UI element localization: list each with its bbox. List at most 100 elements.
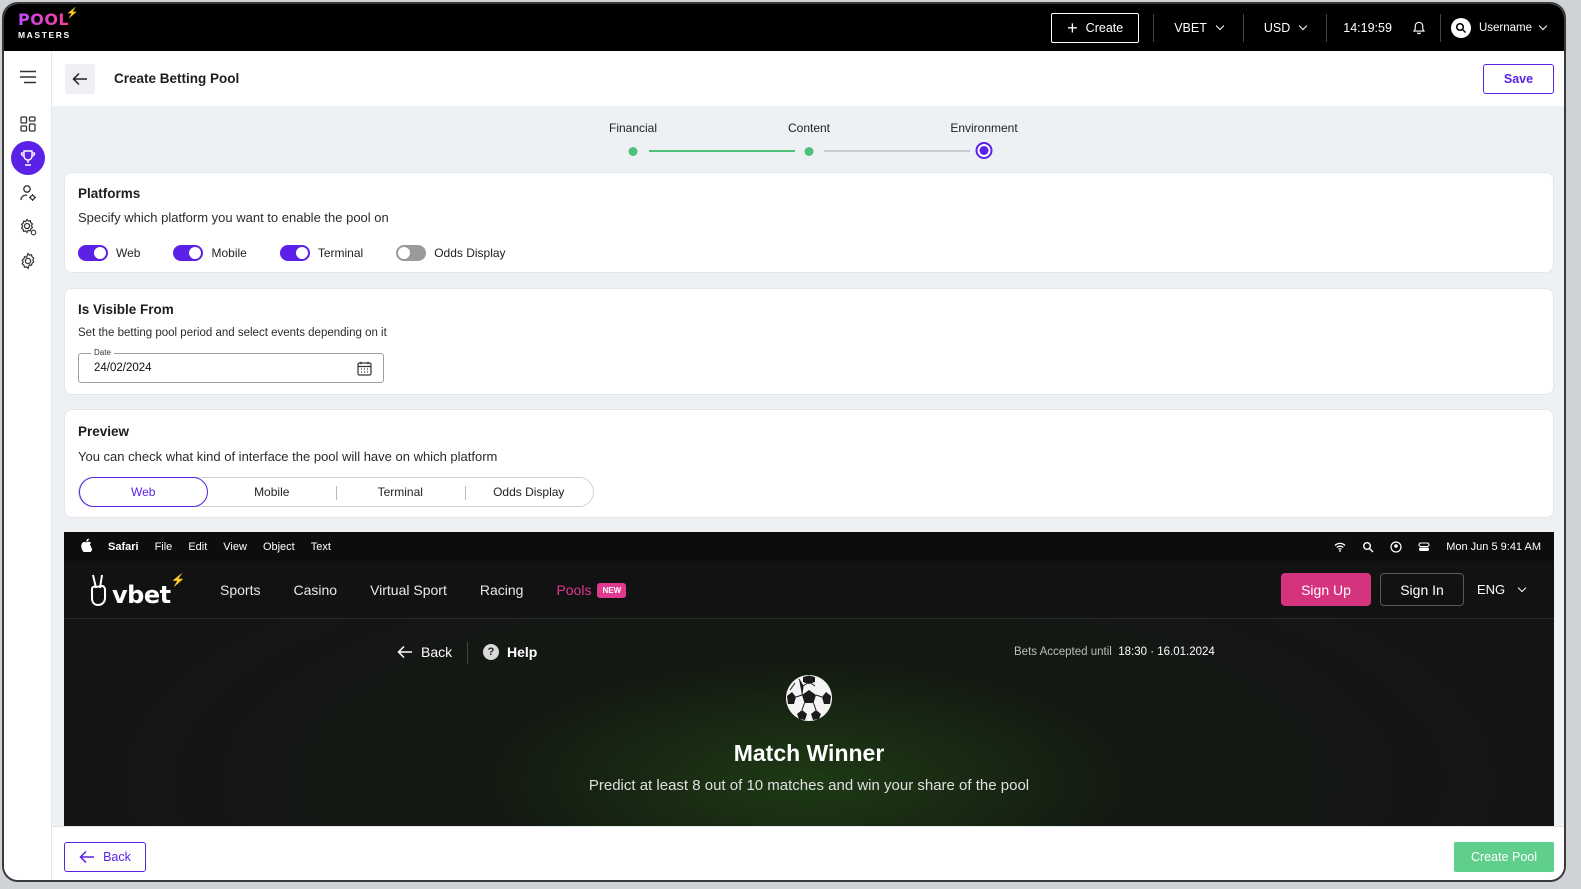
control-center-icon [1418, 541, 1430, 551]
chevron-down-icon [1215, 21, 1225, 30]
sidebar-item-user-settings[interactable] [12, 177, 44, 209]
apple-icon [80, 538, 93, 555]
pool-title: Match Winner [733, 740, 885, 766]
wifi-icon [1334, 542, 1346, 552]
step-connector-done [649, 150, 795, 152]
toggle-terminal[interactable]: Terminal [279, 245, 363, 261]
page-header: Create Betting Pool Save [52, 51, 1564, 106]
save-button[interactable]: Save [1483, 64, 1554, 94]
avatar [1450, 17, 1471, 38]
nav-virtual-sport[interactable]: Virtual Sport [370, 582, 447, 598]
toggle-mobile[interactable]: Mobile [173, 245, 247, 261]
mac-menu-item: Object [262, 540, 295, 553]
bets-accepted-until: Bets Accepted until 18:30 · 16.01.2024 [1014, 646, 1215, 658]
site-help-link[interactable]: ? Help [483, 644, 537, 660]
tab-terminal[interactable]: Terminal [336, 478, 465, 506]
create-pool-button[interactable]: Create Pool [1454, 842, 1554, 872]
bell-icon[interactable] [1412, 21, 1426, 35]
switch-on[interactable] [78, 245, 108, 261]
arrow-left-icon [79, 850, 95, 864]
user-menu[interactable]: Username [1450, 17, 1548, 38]
new-badge: NEW [597, 582, 627, 598]
user-gear-icon [20, 185, 36, 201]
sidebar-item-pools[interactable] [11, 141, 45, 175]
bolt-icon: ⚡ [170, 573, 186, 587]
web-preview: Safari File Edit View Object Text Mon Ju… [64, 532, 1554, 826]
site-navbar: vbet ⚡ Sports Casino Virtual Sport Racin… [64, 561, 1554, 619]
logo-text-pool: POOL [18, 10, 70, 29]
toggle-label: Web [116, 246, 141, 260]
app-window: POOL ⚡ MASTERS + Create VBET USD 14:19:5… [2, 2, 1566, 882]
switch-off[interactable] [396, 245, 427, 261]
nav-casino[interactable]: Casino [293, 582, 337, 598]
toggle-label: Odds Display [434, 246, 506, 260]
sidebar [4, 51, 52, 880]
site-back-label: Back [421, 644, 453, 660]
username: Username [1478, 21, 1532, 34]
divider [1439, 13, 1441, 42]
search-icon [1363, 541, 1374, 552]
tab-mobile[interactable]: Mobile [208, 478, 337, 506]
sidebar-item-settings[interactable] [12, 245, 44, 277]
step-financial-dot[interactable] [628, 147, 638, 156]
platform-segmented-control: Web Mobile Terminal Odds Display [78, 477, 594, 507]
language-value: ENG [1477, 582, 1506, 597]
sidebar-item-dashboard[interactable] [12, 108, 44, 140]
sign-up-button[interactable]: Sign Up [1281, 573, 1371, 606]
mac-menu-bar: Safari File Edit View Object Text Mon Ju… [64, 532, 1554, 561]
switch-on[interactable] [279, 245, 310, 261]
step-content-label[interactable]: Content [788, 121, 830, 135]
visible-from-title: Is Visible From [78, 302, 174, 317]
visible-from-subtitle: Set the betting pool period and select e… [78, 327, 387, 339]
date-field-value: 24/02/2024 [94, 362, 152, 374]
step-environment-current[interactable] [975, 142, 993, 159]
dashboard-icon [20, 116, 36, 132]
vbet-wordmark: vbet [112, 581, 171, 609]
site-back-link[interactable]: Back [397, 644, 452, 660]
language-dropdown[interactable]: ENG [1477, 573, 1527, 606]
page-title: Create Betting Pool [114, 71, 240, 86]
platforms-card: Platforms Specify which platform you wan… [64, 172, 1554, 273]
header-back-button[interactable] [65, 64, 95, 94]
switch-on[interactable] [173, 245, 204, 261]
bets-date: 16.01.2024 [1157, 646, 1215, 658]
mac-menu-item: Safari [108, 540, 139, 553]
tab-odds-display[interactable]: Odds Display [464, 478, 594, 506]
bets-prefix: Bets Accepted until [1014, 646, 1112, 658]
platforms-subtitle: Specify which platform you want to enabl… [78, 210, 389, 225]
sidebar-item-admin-settings[interactable] [12, 211, 44, 243]
preview-card: Preview You can check what kind of inter… [64, 409, 1554, 518]
logo-text-masters: MASTERS [18, 30, 71, 40]
help-icon: ? [483, 644, 499, 660]
date-field[interactable]: Date 24/02/2024 [78, 348, 384, 383]
pool-masters-logo[interactable]: POOL ⚡ MASTERS [18, 9, 78, 40]
visible-from-card: Is Visible From Set the betting pool per… [64, 288, 1554, 395]
toggle-web[interactable]: Web [78, 245, 140, 261]
bets-time: 18:30 [1118, 646, 1147, 658]
toggle-label: Mobile [211, 246, 247, 260]
arrow-left-icon [72, 72, 87, 86]
step-financial-label[interactable]: Financial [609, 121, 657, 135]
nav-sports[interactable]: Sports [220, 582, 260, 598]
nav-pools[interactable]: Pools NEW [556, 582, 627, 598]
toggle-odds-display[interactable]: Odds Display [396, 245, 506, 261]
sign-in-button[interactable]: Sign In [1380, 573, 1464, 606]
back-button[interactable]: Back [64, 842, 146, 872]
nav-racing[interactable]: Racing [480, 582, 524, 598]
pool-subtitle: Predict at least 8 out of 10 matches and… [588, 777, 1030, 794]
create-button[interactable]: + Create [1051, 12, 1140, 43]
step-content-dot[interactable] [804, 147, 814, 156]
step-connector-pending [824, 150, 970, 152]
arrow-left-icon [397, 645, 412, 659]
brand-dropdown[interactable]: VBET [1154, 21, 1243, 35]
nav-pools-label: Pools [556, 582, 592, 598]
peace-hand-icon [91, 574, 106, 607]
currency-dropdown[interactable]: USD [1244, 21, 1326, 35]
mac-clock: Mon Jun 5 9:41 AM [1446, 540, 1541, 553]
step-environment-label[interactable]: Environment [950, 121, 1017, 135]
tab-web[interactable]: Web [79, 477, 208, 507]
vbet-logo[interactable]: vbet ⚡ [88, 573, 186, 607]
footer-bar: Back Create Pool [52, 826, 1564, 880]
menu-toggle[interactable] [12, 61, 44, 93]
calendar-icon[interactable] [357, 361, 372, 376]
